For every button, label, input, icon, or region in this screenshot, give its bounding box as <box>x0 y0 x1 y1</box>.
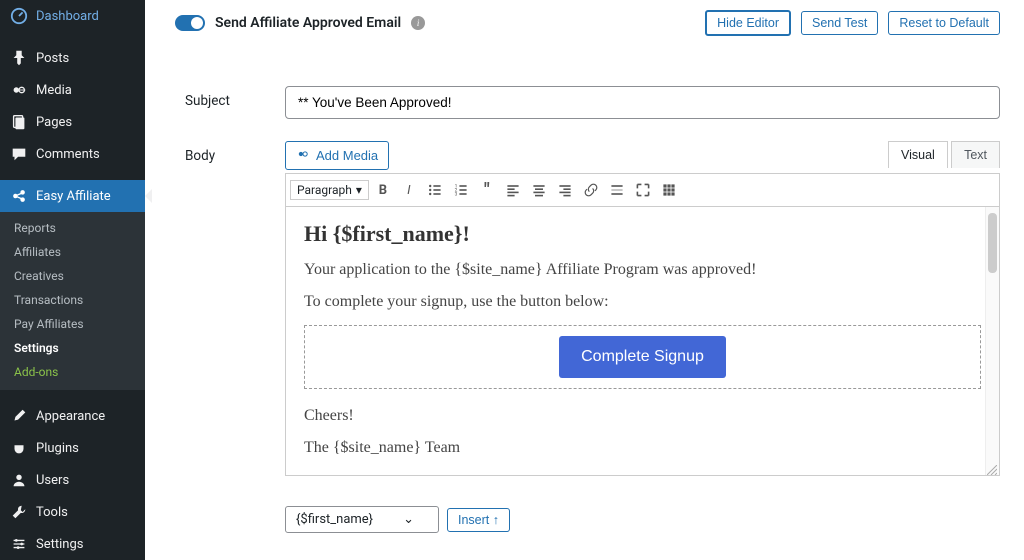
sidebar-label: Appearance <box>36 409 105 424</box>
sidebar-label: Media <box>36 83 72 98</box>
editor-paragraph: The {$site_name} Team <box>304 439 981 457</box>
pin-icon <box>10 49 28 67</box>
toggle-label: Send Affiliate Approved Email <box>215 15 401 31</box>
submenu-addons[interactable]: Add-ons <box>0 360 145 384</box>
submenu-reports[interactable]: Reports <box>0 216 145 240</box>
resize-handle[interactable] <box>987 463 997 473</box>
editor-paragraph: Cheers! <box>304 407 981 425</box>
sidebar-item-users[interactable]: Users <box>0 464 145 496</box>
editor-tabs: Visual Text <box>888 141 1000 168</box>
link-button[interactable] <box>579 178 603 202</box>
variable-select[interactable]: {$first_name} ⌄ <box>285 506 439 533</box>
align-right-button[interactable] <box>553 178 577 202</box>
submenu-settings[interactable]: Settings <box>0 336 145 360</box>
sidebar-label: Users <box>36 473 69 488</box>
info-icon[interactable]: i <box>411 16 425 30</box>
media-icon <box>296 147 310 164</box>
align-left-button[interactable] <box>501 178 525 202</box>
toolbar-toggle-button[interactable] <box>657 178 681 202</box>
italic-button[interactable]: I <box>397 178 421 202</box>
send-email-toggle[interactable] <box>175 15 205 31</box>
sidebar-item-easy-affiliate[interactable]: Easy Affiliate <box>0 180 145 212</box>
bold-button[interactable]: B <box>371 178 395 202</box>
fullscreen-button[interactable] <box>631 178 655 202</box>
bullet-list-button[interactable] <box>423 178 447 202</box>
main-content: Send Affiliate Approved Email i Hide Edi… <box>145 0 1024 560</box>
sidebar-label: Tools <box>36 505 68 520</box>
sidebar-item-appearance[interactable]: Appearance <box>0 400 145 432</box>
read-more-button[interactable] <box>605 178 629 202</box>
editor-body[interactable]: Hi {$first_name}! Your application to th… <box>285 207 1000 476</box>
affiliate-icon <box>10 187 28 205</box>
editor-toolbar: Paragraph ▾ B I 123 " <box>285 173 1000 207</box>
editor-paragraph: To complete your signup, use the button … <box>304 293 981 311</box>
user-icon <box>10 471 28 489</box>
media-icon <box>10 81 28 99</box>
dashboard-icon <box>10 7 28 25</box>
sidebar-item-tools[interactable]: Tools <box>0 496 145 528</box>
align-center-button[interactable] <box>527 178 551 202</box>
sidebar-label: Plugins <box>36 441 79 456</box>
admin-sidebar: Dashboard Posts Media Pages Comments Eas… <box>0 0 145 560</box>
body-label: Body <box>185 141 245 476</box>
hide-editor-button[interactable]: Hide Editor <box>705 10 791 36</box>
format-value: Paragraph <box>297 183 352 197</box>
submenu-pay-affiliates[interactable]: Pay Affiliates <box>0 312 145 336</box>
wrench-icon <box>10 503 28 521</box>
visual-tab[interactable]: Visual <box>888 141 948 168</box>
subject-row: Subject <box>185 86 1000 119</box>
chevron-down-icon: ▾ <box>356 183 362 197</box>
editor-paragraph: Your application to the {$site_name} Aff… <box>304 261 981 279</box>
sidebar-label: Comments <box>36 147 100 162</box>
sliders-icon <box>10 535 28 553</box>
numbered-list-button[interactable]: 123 <box>449 178 473 202</box>
sidebar-label: Settings <box>36 537 83 552</box>
sidebar-item-comments[interactable]: Comments <box>0 138 145 170</box>
plug-icon <box>10 439 28 457</box>
sidebar-label: Easy Affiliate <box>36 189 111 204</box>
brush-icon <box>10 407 28 425</box>
svg-text:3: 3 <box>454 192 457 198</box>
sidebar-item-posts[interactable]: Posts <box>0 42 145 74</box>
add-media-button[interactable]: Add Media <box>285 141 389 170</box>
editor-heading: Hi {$first_name}! <box>304 221 981 247</box>
email-toggle-row: Send Affiliate Approved Email i Hide Edi… <box>175 10 1000 36</box>
insert-variable-row: {$first_name} ⌄ Insert ↑ <box>285 506 1000 533</box>
submenu-affiliates[interactable]: Affiliates <box>0 240 145 264</box>
sidebar-label: Pages <box>36 115 72 130</box>
comment-icon <box>10 145 28 163</box>
add-media-label: Add Media <box>316 148 378 163</box>
text-tab[interactable]: Text <box>951 141 1000 168</box>
reset-default-button[interactable]: Reset to Default <box>888 11 1000 35</box>
format-select[interactable]: Paragraph ▾ <box>290 180 369 200</box>
cta-container[interactable]: Complete Signup <box>304 325 981 389</box>
submenu-creatives[interactable]: Creatives <box>0 264 145 288</box>
blockquote-button[interactable]: " <box>475 178 499 202</box>
sidebar-item-settings[interactable]: Settings <box>0 528 145 560</box>
sidebar-submenu: Reports Affiliates Creatives Transaction… <box>0 212 145 390</box>
sidebar-label: Posts <box>36 51 69 66</box>
sidebar-label: Dashboard <box>36 9 99 24</box>
body-row: Body Add Media Visual Text Paragraph ▾ B <box>185 141 1000 476</box>
submenu-transactions[interactable]: Transactions <box>0 288 145 312</box>
sidebar-item-media[interactable]: Media <box>0 74 145 106</box>
sidebar-item-dashboard[interactable]: Dashboard <box>0 0 145 32</box>
sidebar-item-plugins[interactable]: Plugins <box>0 432 145 464</box>
chevron-down-icon: ⌄ <box>403 512 414 527</box>
sidebar-item-pages[interactable]: Pages <box>0 106 145 138</box>
insert-button[interactable]: Insert ↑ <box>447 508 510 532</box>
page-icon <box>10 113 28 131</box>
subject-label: Subject <box>185 86 245 119</box>
variable-value: {$first_name} <box>296 512 373 527</box>
complete-signup-button[interactable]: Complete Signup <box>559 336 726 378</box>
subject-input[interactable] <box>285 86 1000 119</box>
editor-wrap: Add Media Visual Text Paragraph ▾ B I 12… <box>285 141 1000 476</box>
editor-scrollbar[interactable] <box>985 207 999 475</box>
send-test-button[interactable]: Send Test <box>801 11 878 35</box>
